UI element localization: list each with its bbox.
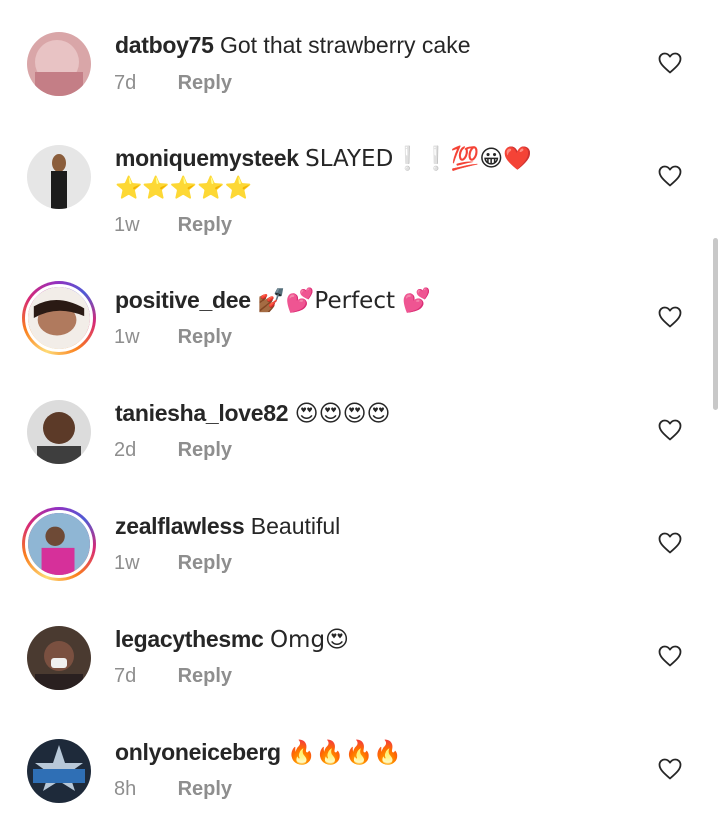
- comment-username[interactable]: legacythesmc: [115, 626, 264, 652]
- reply-button[interactable]: Reply: [178, 214, 232, 236]
- comment-username[interactable]: moniquemysteek: [115, 145, 299, 171]
- comment-time: 1w: [114, 214, 140, 236]
- comment-text: 😍😍😍😍: [294, 401, 391, 427]
- reply-button[interactable]: Reply: [178, 665, 232, 687]
- reply-button[interactable]: Reply: [178, 326, 232, 348]
- comment-time: 7d: [114, 665, 137, 687]
- comment-text: Beautiful: [250, 513, 341, 539]
- avatar-image: [27, 32, 91, 96]
- avatar-image: [27, 400, 91, 464]
- avatar-image: [25, 510, 93, 578]
- comment-username[interactable]: onlyoneiceberg: [115, 739, 281, 765]
- avatar-image: [27, 739, 91, 803]
- reply-button[interactable]: Reply: [178, 439, 232, 461]
- comment-text: Omg😍: [269, 627, 350, 653]
- comment-username[interactable]: taniesha_love82: [115, 400, 289, 426]
- avatar-image: [27, 145, 91, 209]
- comment-time: 1w: [114, 552, 140, 574]
- avatar[interactable]: [22, 507, 96, 581]
- heart-outline-icon[interactable]: [658, 645, 682, 667]
- comment-text-line2: ⭐⭐⭐⭐⭐: [115, 176, 252, 201]
- avatar[interactable]: [27, 626, 91, 690]
- comment-username[interactable]: positive_dee: [115, 287, 251, 313]
- heart-outline-icon[interactable]: [658, 419, 682, 441]
- comment-text: 🔥🔥🔥🔥: [287, 740, 402, 766]
- heart-outline-icon[interactable]: [658, 165, 682, 187]
- heart-outline-icon[interactable]: [658, 758, 682, 780]
- avatar[interactable]: [27, 145, 91, 209]
- avatar[interactable]: [27, 739, 91, 803]
- comment-text: Got that strawberry cake: [219, 32, 471, 58]
- comment-username[interactable]: datboy75: [115, 32, 214, 58]
- comment-time: 8h: [114, 778, 137, 800]
- avatar[interactable]: [27, 32, 91, 96]
- avatar[interactable]: [22, 281, 96, 355]
- reply-button[interactable]: Reply: [178, 72, 232, 94]
- reply-button[interactable]: Reply: [178, 778, 232, 800]
- avatar[interactable]: [27, 400, 91, 464]
- comment-username[interactable]: zealflawless: [115, 513, 245, 539]
- comment-time: 1w: [114, 326, 140, 348]
- scrollbar[interactable]: [713, 238, 718, 410]
- comment-time: 7d: [114, 72, 137, 94]
- heart-outline-icon[interactable]: [658, 52, 682, 74]
- heart-outline-icon[interactable]: [658, 532, 682, 554]
- reply-button[interactable]: Reply: [178, 552, 232, 574]
- heart-outline-icon[interactable]: [658, 306, 682, 328]
- comment-text: SLAYED❕❕💯😀❤️: [305, 146, 532, 172]
- comment-time: 2d: [114, 439, 137, 461]
- avatar-image: [25, 284, 93, 352]
- comment-text: 💅🏾💕Perfect 💕: [257, 288, 431, 314]
- avatar-image: [27, 626, 91, 690]
